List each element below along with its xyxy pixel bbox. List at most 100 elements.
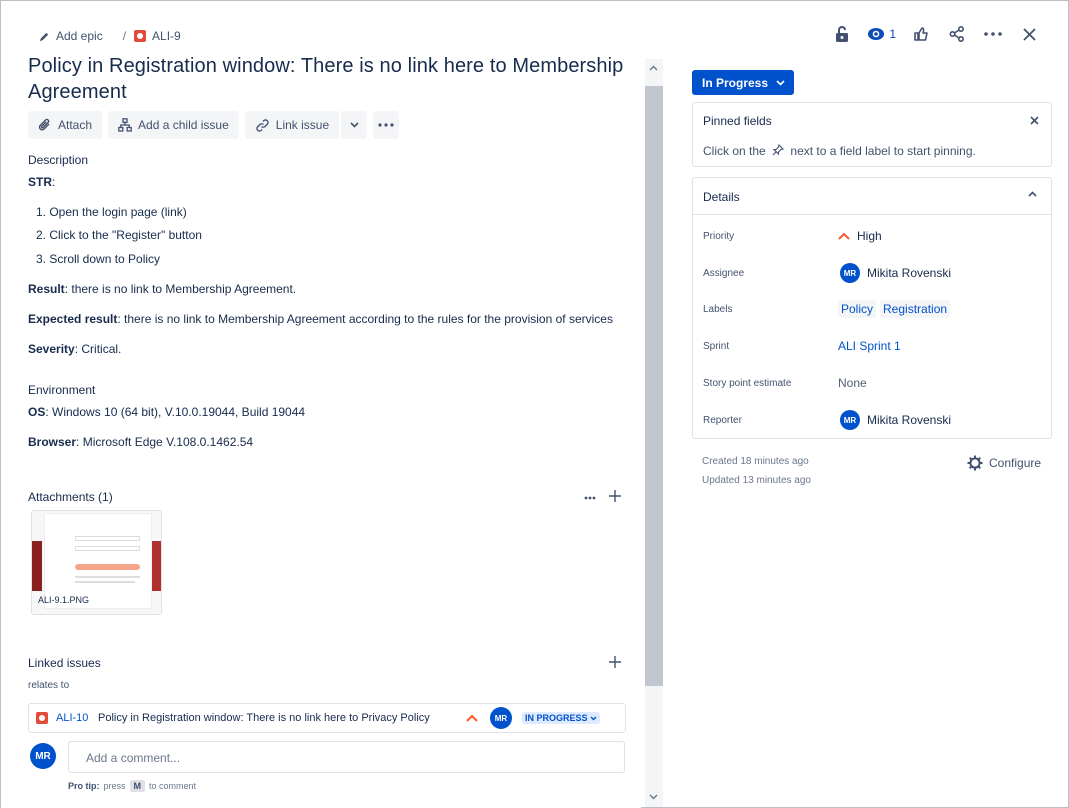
browser-text: : Microsoft Edge V.108.0.1462.54	[76, 435, 254, 449]
link-issue-label: Link issue	[275, 118, 330, 132]
link-issue-group: Link issue	[244, 111, 368, 139]
expected-line: Expected result: there is no link to Mem…	[28, 312, 613, 327]
browser-line: Browser: Microsoft Edge V.108.0.1462.54	[28, 435, 253, 450]
attachments-more-button[interactable]	[584, 488, 596, 503]
linked-issue-key[interactable]: ALI-10	[56, 712, 96, 724]
link-issue-button[interactable]: Link issue	[244, 111, 340, 139]
label-tag[interactable]: Policy	[838, 300, 877, 318]
preview-text	[75, 581, 135, 583]
details-header[interactable]: Details	[693, 178, 1051, 215]
preview-field	[75, 546, 140, 551]
close-button[interactable]	[1018, 23, 1040, 45]
result-label: Result	[28, 282, 65, 296]
story-points-value[interactable]: None	[838, 376, 867, 390]
pinned-hint-after: next to a field label to start pinning.	[790, 144, 976, 158]
lock-button[interactable]	[831, 23, 853, 45]
add-child-issue-button[interactable]: Add a child issue	[108, 111, 239, 139]
scroll-up-icon[interactable]	[649, 65, 658, 71]
close-pinned-button[interactable]	[1030, 113, 1039, 128]
bug-icon	[134, 30, 147, 42]
story-points-row[interactable]: Story point estimate None	[703, 373, 1043, 393]
assignee-row[interactable]: Assignee MR Mikita Rovenski	[703, 263, 1043, 283]
breadcrumb-separator: /	[122, 29, 127, 43]
link-icon	[256, 118, 269, 132]
attachments-label: Attachments (1)	[28, 490, 113, 504]
linked-issue-status[interactable]: IN PROGRESS	[522, 712, 601, 724]
pro-tip-press: press	[103, 781, 126, 791]
scrollbar-thumb[interactable]	[645, 86, 663, 686]
close-icon	[1030, 116, 1039, 125]
comment-area: MR Add a comment... Pro tip: press M to …	[1, 734, 641, 808]
thumbs-up-icon	[914, 27, 928, 41]
thumbnail-bg-left	[32, 541, 42, 591]
pin-icon	[772, 143, 785, 156]
more-actions-button[interactable]	[982, 23, 1004, 45]
add-attachment-button[interactable]	[609, 490, 621, 505]
priority-row[interactable]: Priority High	[703, 226, 1043, 246]
sprint-label: Sprint	[703, 340, 730, 352]
issue-key-label: ALI-9	[152, 29, 181, 43]
reporter-row[interactable]: Reporter MR Mikita Rovenski	[703, 410, 1043, 430]
bug-icon	[36, 712, 48, 724]
pro-tip-key: M	[129, 780, 146, 792]
status-dropdown[interactable]: In Progress	[692, 70, 794, 95]
priority-high-icon	[466, 714, 478, 722]
pro-tip-suffix: to comment	[149, 781, 197, 791]
updated-time: Updated 13 minutes ago	[702, 475, 811, 486]
pinned-fields-panel: Pinned fields Click on the next to a fie…	[692, 102, 1052, 167]
collapse-details-button[interactable]	[1028, 188, 1037, 200]
attach-button[interactable]: Attach	[28, 111, 103, 139]
expected-text: : there is no link to Membership Agreeme…	[117, 312, 613, 326]
reporter-value[interactable]: MR Mikita Rovenski	[840, 410, 951, 430]
share-button[interactable]	[946, 23, 968, 45]
result-line: Result: there is no link to Membership A…	[28, 282, 296, 297]
issue-title[interactable]: Policy in Registration window: There is …	[28, 53, 628, 105]
add-linked-issue-button[interactable]	[609, 656, 621, 671]
labels-value[interactable]: Policy Registration	[838, 300, 951, 318]
issue-key-link[interactable]: ALI-9	[134, 29, 181, 43]
assignee-value[interactable]: MR Mikita Rovenski	[840, 263, 951, 283]
labels-row[interactable]: Labels Policy Registration	[703, 299, 1043, 319]
unlock-icon	[836, 26, 849, 42]
issue-main: Policy in Registration window: There is …	[28, 53, 628, 139]
more-icon	[984, 32, 1002, 36]
scroll-down-icon[interactable]	[649, 794, 658, 800]
result-text: : there is no link to Membership Agreeme…	[64, 282, 297, 296]
str-suffix: :	[52, 175, 56, 189]
current-user-avatar: MR	[30, 743, 56, 769]
watch-count: 1	[889, 27, 896, 41]
environment-label: Environment	[28, 383, 96, 397]
main-scrollbar[interactable]	[645, 59, 663, 807]
attachment-thumbnail[interactable]: ALI-9.1.PNG	[31, 510, 162, 615]
reporter-name: Mikita Rovenski	[867, 413, 952, 427]
status-label: In Progress	[702, 75, 769, 90]
step-2: 2. Click to the "Register" button	[36, 228, 202, 242]
hierarchy-icon	[118, 118, 132, 132]
like-button[interactable]	[910, 23, 932, 45]
pinned-hint: Click on the next to a field label to st…	[703, 143, 976, 158]
add-child-label: Add a child issue	[138, 118, 229, 132]
preview-button	[75, 564, 140, 570]
chevron-down-icon	[590, 716, 597, 721]
toolbar-more-button[interactable]	[373, 111, 400, 139]
comment-input[interactable]: Add a comment...	[68, 741, 625, 773]
assignee-avatar: MR	[840, 263, 860, 283]
breadcrumb: Add epic / ALI-9	[39, 27, 181, 45]
configure-button[interactable]: Configure	[967, 455, 1041, 471]
priority-value[interactable]: High	[838, 229, 882, 243]
sprint-value[interactable]: ALI Sprint 1	[838, 339, 901, 353]
linked-issue-summary: Policy in Registration window: There is …	[98, 712, 430, 724]
created-time: Created 18 minutes ago	[702, 456, 809, 467]
link-issue-dropdown[interactable]	[341, 111, 368, 139]
chevron-down-icon	[776, 79, 785, 86]
description-label: Description	[28, 153, 89, 167]
step-1: 1. Open the login page (link)	[36, 205, 187, 219]
more-icon	[584, 496, 596, 500]
attachment-filename: ALI-9.1.PNG	[38, 595, 90, 605]
gear-icon	[967, 455, 983, 471]
sprint-row[interactable]: Sprint ALI Sprint 1	[703, 336, 1043, 356]
add-epic-link[interactable]: Add epic	[39, 29, 103, 43]
linked-issue-row[interactable]: ALI-10 Policy in Registration window: Th…	[28, 703, 626, 733]
watch-button[interactable]: 1	[867, 27, 896, 41]
label-tag[interactable]: Registration	[880, 300, 951, 318]
